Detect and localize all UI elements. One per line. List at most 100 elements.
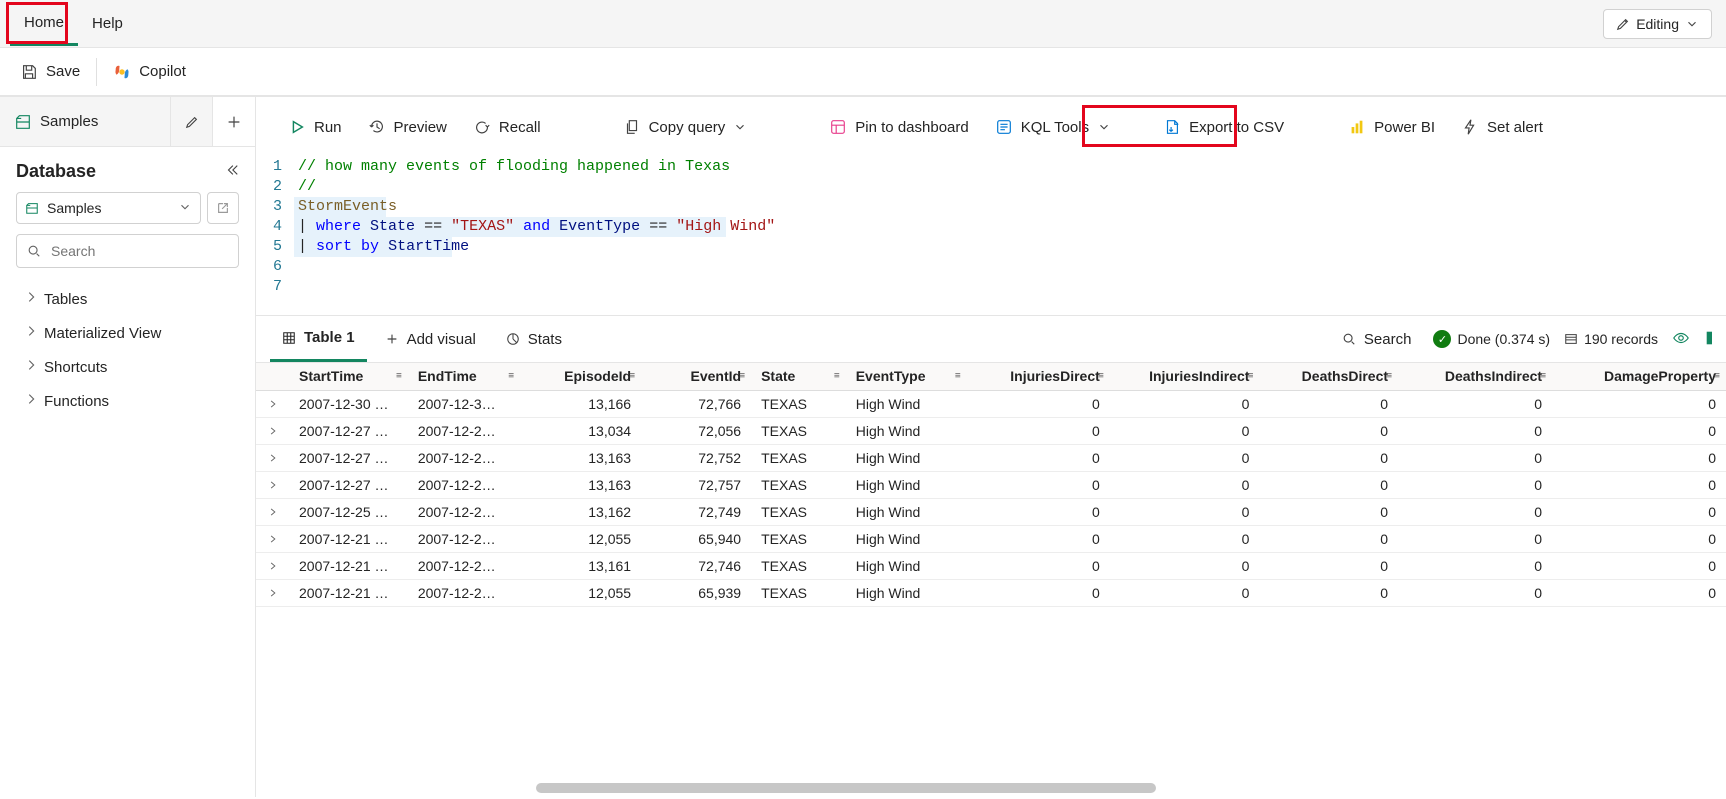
cell[interactable]: 0 [1398, 579, 1552, 606]
cell[interactable]: 0 [967, 579, 1110, 606]
expand-row-button[interactable] [256, 552, 289, 579]
cell[interactable]: 2007-12-21 … [289, 579, 408, 606]
cell[interactable]: 0 [1552, 552, 1726, 579]
cell[interactable]: TEXAS [751, 579, 846, 606]
cell[interactable]: High Wind [846, 471, 967, 498]
column-menu-icon[interactable]: ≡ [1098, 371, 1104, 382]
cell[interactable]: 0 [1552, 471, 1726, 498]
results-more-button[interactable] [1704, 329, 1712, 350]
queryset-tab-samples[interactable]: Samples [0, 97, 171, 146]
cell[interactable]: 2007-12-21 … [289, 525, 408, 552]
cell[interactable]: 0 [1259, 498, 1398, 525]
cell[interactable]: 72,766 [641, 390, 751, 417]
cell[interactable]: 0 [1398, 498, 1552, 525]
cell[interactable]: High Wind [846, 525, 967, 552]
cell[interactable]: 2007-12-25 … [289, 498, 408, 525]
run-button[interactable]: Run [276, 112, 354, 142]
column-menu-icon[interactable]: ≡ [629, 371, 635, 382]
save-button[interactable]: Save [10, 57, 90, 87]
column-menu-icon[interactable]: ≡ [1386, 371, 1392, 382]
cell[interactable]: TEXAS [751, 417, 846, 444]
cell[interactable]: 0 [1110, 552, 1260, 579]
expand-row-button[interactable] [256, 417, 289, 444]
cell[interactable]: 2007-12-2… [408, 579, 520, 606]
cell[interactable]: 0 [1110, 390, 1260, 417]
results-tab-table[interactable]: Table 1 [270, 316, 367, 362]
cell[interactable]: TEXAS [751, 498, 846, 525]
cell[interactable]: 0 [1552, 390, 1726, 417]
cell[interactable]: 2007-12-27 … [289, 417, 408, 444]
cell[interactable]: 0 [1259, 552, 1398, 579]
cell[interactable]: 72,749 [641, 498, 751, 525]
cell[interactable]: 2007-12-21 … [289, 552, 408, 579]
rename-tab-button[interactable] [171, 97, 213, 146]
table-row[interactable]: 2007-12-27 …2007-12-2…13,03472,056TEXASH… [256, 417, 1726, 444]
cell[interactable]: 0 [967, 417, 1110, 444]
cell[interactable]: 12,055 [520, 525, 641, 552]
column-menu-icon[interactable]: ≡ [1248, 371, 1254, 382]
cell[interactable]: 0 [1259, 444, 1398, 471]
cell[interactable]: 2007-12-27 … [289, 444, 408, 471]
code-line[interactable]: // how many events of flooding happened … [298, 157, 1726, 177]
cell[interactable]: 72,757 [641, 471, 751, 498]
cell[interactable]: 0 [1259, 471, 1398, 498]
cell[interactable]: 0 [967, 471, 1110, 498]
recall-button[interactable]: Recall [461, 112, 553, 142]
cell[interactable]: 0 [1398, 471, 1552, 498]
column-header[interactable]: EventId≡ [641, 363, 751, 390]
cell[interactable]: High Wind [846, 444, 967, 471]
expand-row-button[interactable] [256, 471, 289, 498]
cell[interactable]: 0 [1259, 390, 1398, 417]
table-row[interactable]: 2007-12-27 …2007-12-2…13,16372,757TEXASH… [256, 471, 1726, 498]
expand-row-button[interactable] [256, 498, 289, 525]
column-header[interactable]: EventType≡ [846, 363, 967, 390]
column-header[interactable]: EpisodeId≡ [520, 363, 641, 390]
cell[interactable]: TEXAS [751, 471, 846, 498]
cell[interactable]: 0 [1259, 525, 1398, 552]
query-editor[interactable]: 1234567 // how many events of flooding h… [256, 157, 1726, 315]
database-select[interactable]: Samples [16, 192, 201, 224]
code-line[interactable]: StormEvents [298, 197, 1726, 217]
column-header[interactable]: StartTime≡ [289, 363, 408, 390]
copilot-button[interactable]: Copilot [103, 57, 196, 87]
cell[interactable]: 0 [1552, 579, 1726, 606]
column-header[interactable]: EndTime≡ [408, 363, 520, 390]
column-header[interactable]: DeathsDirect≡ [1259, 363, 1398, 390]
cell[interactable]: 65,940 [641, 525, 751, 552]
table-row[interactable]: 2007-12-27 …2007-12-2…13,16372,752TEXASH… [256, 444, 1726, 471]
database-search-input[interactable] [49, 242, 234, 260]
cell[interactable]: 0 [1552, 444, 1726, 471]
pin-to-dashboard-button[interactable]: Pin to dashboard [817, 112, 980, 142]
cell[interactable]: TEXAS [751, 444, 846, 471]
horizontal-scrollbar[interactable] [536, 783, 1156, 793]
add-tab-button[interactable] [213, 97, 255, 146]
column-header[interactable]: InjuriesDirect≡ [967, 363, 1110, 390]
column-header[interactable]: InjuriesIndirect≡ [1110, 363, 1260, 390]
cell[interactable]: 0 [1398, 390, 1552, 417]
cell[interactable]: 13,162 [520, 498, 641, 525]
cell[interactable]: 0 [1398, 444, 1552, 471]
cell[interactable]: High Wind [846, 390, 967, 417]
column-header[interactable]: State≡ [751, 363, 846, 390]
cell[interactable]: 2007-12-27 … [289, 471, 408, 498]
cell[interactable]: 2007-12-2… [408, 471, 520, 498]
table-row[interactable]: 2007-12-21 …2007-12-2…12,05565,939TEXASH… [256, 579, 1726, 606]
cell[interactable]: 2007-12-3… [408, 390, 520, 417]
column-menu-icon[interactable]: ≡ [739, 371, 745, 382]
cell[interactable]: High Wind [846, 417, 967, 444]
set-alert-button[interactable]: Set alert [1449, 112, 1555, 142]
cell[interactable]: 2007-12-2… [408, 444, 520, 471]
cell[interactable]: 0 [967, 525, 1110, 552]
cell[interactable]: TEXAS [751, 552, 846, 579]
cell[interactable]: 2007-12-2… [408, 498, 520, 525]
cell[interactable]: 0 [1110, 498, 1260, 525]
preview-button[interactable]: Preview [356, 112, 459, 142]
editing-mode-dropdown[interactable]: Editing [1603, 9, 1712, 39]
cell[interactable]: 0 [1398, 525, 1552, 552]
export-to-csv-button[interactable]: Export to CSV [1151, 112, 1296, 142]
code-line[interactable]: | sort by StartTime [298, 237, 1726, 257]
cell[interactable]: 72,752 [641, 444, 751, 471]
code-line[interactable]: | where State == "TEXAS" and EventType =… [298, 217, 1726, 237]
expand-row-button[interactable] [256, 390, 289, 417]
power-bi-button[interactable]: Power BI [1336, 112, 1447, 142]
